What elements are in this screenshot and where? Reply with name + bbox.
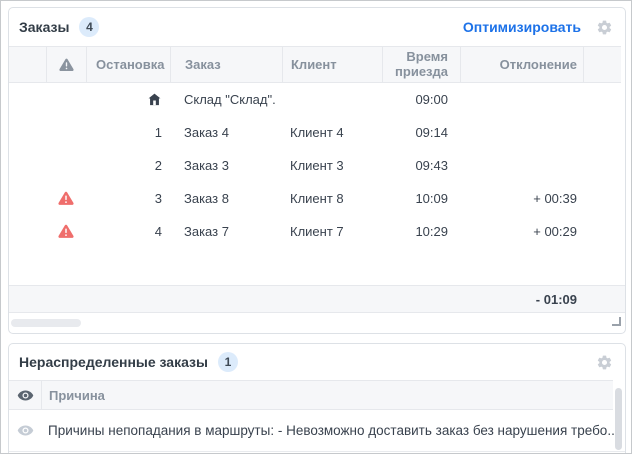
table-spacer (9, 248, 625, 285)
stop-number: 4 (86, 224, 170, 239)
order-name: Заказ 3 (170, 158, 282, 173)
arrival-time: 10:09 (382, 191, 460, 206)
unassigned-orders-panel: Нераспределенные заказы 1 Причина Причин… (8, 343, 626, 454)
arrival-time: 09:14 (382, 125, 460, 140)
order-row[interactable]: 1 Заказ 4 Клиент 4 09:14 (9, 116, 625, 149)
deviation-value: + 00:39 (460, 191, 583, 206)
unassigned-title-group: Нераспределенные заказы 1 (19, 352, 238, 372)
unassigned-panel-header: Нераспределенные заказы 1 (9, 344, 625, 380)
select-column-header (9, 47, 46, 82)
orders-table-header: Остановка Заказ Клиент Время приезда Отк… (9, 46, 621, 83)
stop-number: 3 (86, 191, 170, 206)
unassigned-table-header: Причина (9, 380, 613, 410)
scroll-zone (9, 313, 625, 333)
column-header-reason: Причина (41, 381, 613, 409)
column-header-arrival: Время приезда (382, 47, 460, 82)
warning-triangle-icon[interactable] (46, 191, 86, 206)
deviation-value: + 00:29 (460, 224, 583, 239)
unassigned-panel-title: Нераспределенные заказы (19, 354, 208, 370)
order-name: Заказ 4 (170, 125, 282, 140)
client-name: Клиент 8 (282, 191, 382, 206)
order-row[interactable]: 4 Заказ 7 Клиент 7 10:29 + 00:29 (9, 215, 625, 248)
arrival-time: 09:00 (382, 92, 460, 107)
empty-column-header (583, 47, 621, 82)
resize-handle-icon[interactable] (612, 317, 621, 326)
order-row[interactable]: 3 Заказ 8 Клиент 8 10:09 + 00:39 (9, 182, 625, 215)
order-row[interactable]: 2 Заказ 3 Клиент 3 09:43 (9, 149, 625, 182)
gear-icon[interactable] (596, 19, 613, 36)
gear-icon[interactable] (596, 354, 613, 371)
unassigned-panel-actions (581, 354, 613, 371)
order-name: Заказ 7 (170, 224, 282, 239)
orders-panel-actions: Оптимизировать (463, 19, 613, 36)
vertical-scrollbar[interactable] (615, 388, 622, 450)
unassigned-count-badge: 1 (218, 352, 238, 372)
depot-row[interactable]: Склад "Склад". 09:00 (9, 83, 625, 116)
column-header-order: Заказ (170, 47, 282, 82)
depot-name: Склад "Склад". (170, 92, 282, 107)
client-name: Клиент 3 (282, 158, 382, 173)
column-header-client: Клиент (282, 47, 382, 82)
arrival-time: 09:43 (382, 158, 460, 173)
orders-table-body: Склад "Склад". 09:00 1 Заказ 4 Клиент 4 … (9, 83, 625, 248)
warehouse-icon (86, 92, 170, 107)
order-name: Заказ 8 (170, 191, 282, 206)
orders-title-group: Заказы 4 (19, 17, 99, 37)
client-name: Клиент 7 (282, 224, 382, 239)
orders-count-badge: 4 (79, 17, 99, 37)
orders-panel-header: Заказы 4 Оптимизировать (9, 8, 625, 46)
warning-triangle-icon[interactable] (46, 224, 86, 239)
total-deviation: - 01:09 (460, 292, 583, 307)
orders-panel: Заказы 4 Оптимизировать Остановка Заказ … (8, 7, 626, 334)
unassigned-row[interactable]: Причины непопадания в маршруты: - Невозм… (9, 410, 625, 452)
column-header-stop: Остановка (86, 47, 170, 82)
stop-number: 2 (86, 158, 170, 173)
column-header-deviation: Отклонение (460, 47, 583, 82)
optimize-button[interactable]: Оптимизировать (463, 19, 581, 35)
orders-panel-title: Заказы (19, 19, 69, 35)
orders-table-footer: - 01:09 (9, 285, 625, 313)
route-planning-screen: Заказы 4 Оптимизировать Остановка Заказ … (0, 0, 632, 454)
arrival-time: 10:29 (382, 224, 460, 239)
stop-number: 1 (86, 125, 170, 140)
eye-icon[interactable] (9, 422, 41, 439)
warning-triangle-icon (46, 47, 86, 82)
eye-icon[interactable] (9, 381, 41, 409)
horizontal-scrollbar[interactable] (11, 319, 81, 327)
reason-text: Причины непопадания в маршруты: - Невозм… (41, 423, 625, 438)
client-name: Клиент 4 (282, 125, 382, 140)
